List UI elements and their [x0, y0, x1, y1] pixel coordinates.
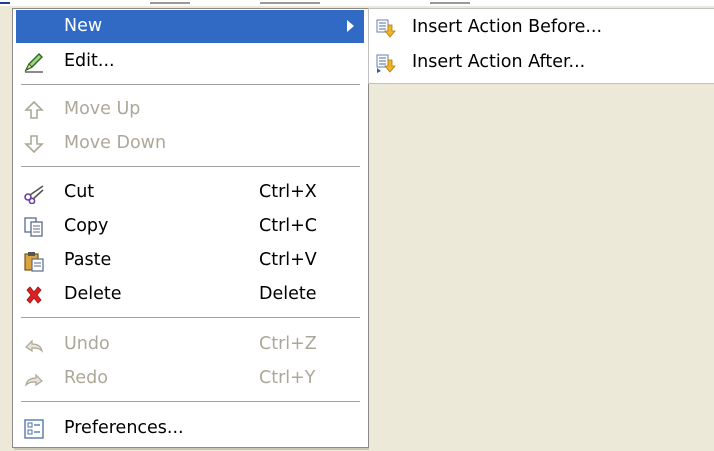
menu-item-label: Cut [64, 182, 95, 202]
menu-item-label: New [64, 16, 103, 36]
insert-action-before-icon [376, 19, 396, 38]
menu-item-label: Redo [64, 368, 108, 388]
submenu-item-insert-action-before[interactable]: Insert Action Before... [369, 11, 714, 45]
menu-separator [21, 166, 360, 168]
menu-item-shortcut: Ctrl+V [259, 250, 317, 270]
menu-item-copy[interactable]: Copy Ctrl+C [13, 210, 368, 243]
menu-separator [21, 401, 360, 403]
menu-item-label: Paste [64, 250, 112, 270]
undo-icon [25, 339, 43, 353]
submenu-item-label: Insert Action After... [412, 52, 586, 72]
menu-item-edit[interactable]: Edit... [13, 45, 368, 78]
menu-item-undo: Undo Ctrl+Z [13, 328, 368, 361]
menu-item-new[interactable]: New [16, 10, 364, 43]
background-area [369, 84, 714, 451]
menu-item-label: Edit... [64, 51, 115, 71]
submenu-arrow-icon [347, 20, 354, 32]
menu-item-shortcut: Delete [259, 284, 317, 304]
submenu-item-insert-action-after[interactable]: Insert Action After... [369, 46, 714, 80]
insert-action-after-icon [376, 54, 396, 73]
delete-icon [26, 286, 42, 304]
arrow-up-icon [24, 100, 44, 119]
menu-item-redo: Redo Ctrl+Y [13, 362, 368, 395]
menu-item-label: Preferences... [64, 418, 184, 438]
menu-item-paste[interactable]: Paste Ctrl+V [13, 244, 368, 277]
pencil-icon [24, 53, 43, 73]
menu-item-shortcut: Ctrl+C [259, 216, 318, 236]
context-menu: New Edit... Move Up Move Down Cut Ctrl+X… [12, 8, 369, 448]
menu-item-label: Move Down [64, 133, 167, 153]
scissors-icon [24, 185, 44, 204]
menu-separator [21, 84, 360, 86]
paste-icon [24, 252, 44, 272]
arrow-down-icon [24, 135, 44, 154]
menu-item-move-up: Move Up [13, 93, 368, 126]
menu-item-delete[interactable]: Delete Delete [13, 278, 368, 311]
preferences-icon [24, 419, 44, 439]
new-submenu: Insert Action Before... Insert Action Af… [368, 8, 714, 84]
menu-item-label: Undo [64, 334, 110, 354]
menu-item-shortcut: Ctrl+Y [259, 368, 316, 388]
menu-item-preferences[interactable]: Preferences... [13, 412, 368, 445]
menu-item-label: Copy [64, 216, 109, 236]
redo-icon [25, 373, 43, 387]
menu-item-label: Delete [64, 284, 122, 304]
submenu-item-label: Insert Action Before... [412, 17, 603, 37]
menu-item-shortcut: Ctrl+Z [259, 334, 317, 354]
menu-item-move-down: Move Down [13, 127, 368, 160]
menu-item-label: Move Up [64, 99, 141, 119]
window-top-edge [0, 0, 714, 6]
menu-item-shortcut: Ctrl+X [259, 182, 317, 202]
copy-icon [24, 217, 43, 237]
menu-separator [21, 317, 360, 319]
menu-item-cut[interactable]: Cut Ctrl+X [13, 176, 368, 209]
